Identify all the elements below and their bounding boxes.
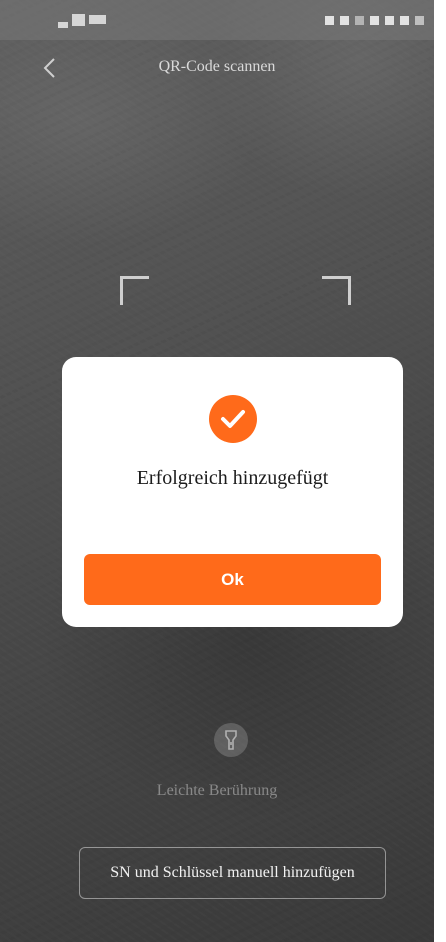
status-right-indicators (325, 16, 424, 25)
page-title: QR-Code scannen (158, 58, 276, 75)
manual-add-button[interactable]: SN und Schlüssel manuell hinzufügen (79, 847, 386, 899)
flashlight-icon[interactable] (214, 723, 248, 757)
success-message: Erfolgreich hinzugefügt (136, 467, 329, 489)
status-left-indicators (58, 12, 106, 28)
success-dialog: Erfolgreich hinzugefügt Ok (62, 357, 403, 627)
status-bar (0, 0, 434, 40)
ok-button[interactable]: Ok (84, 554, 381, 605)
header: QR-Code scannen (0, 48, 434, 88)
scan-frame-corner-top-left (120, 276, 149, 305)
check-circle-icon (209, 395, 257, 443)
scan-frame-corner-top-right (322, 276, 351, 305)
scanner-screen: QR-Code scannen Leichte Berührung SN und… (0, 0, 434, 942)
flashlight-label: Leichte Berührung (156, 782, 278, 799)
